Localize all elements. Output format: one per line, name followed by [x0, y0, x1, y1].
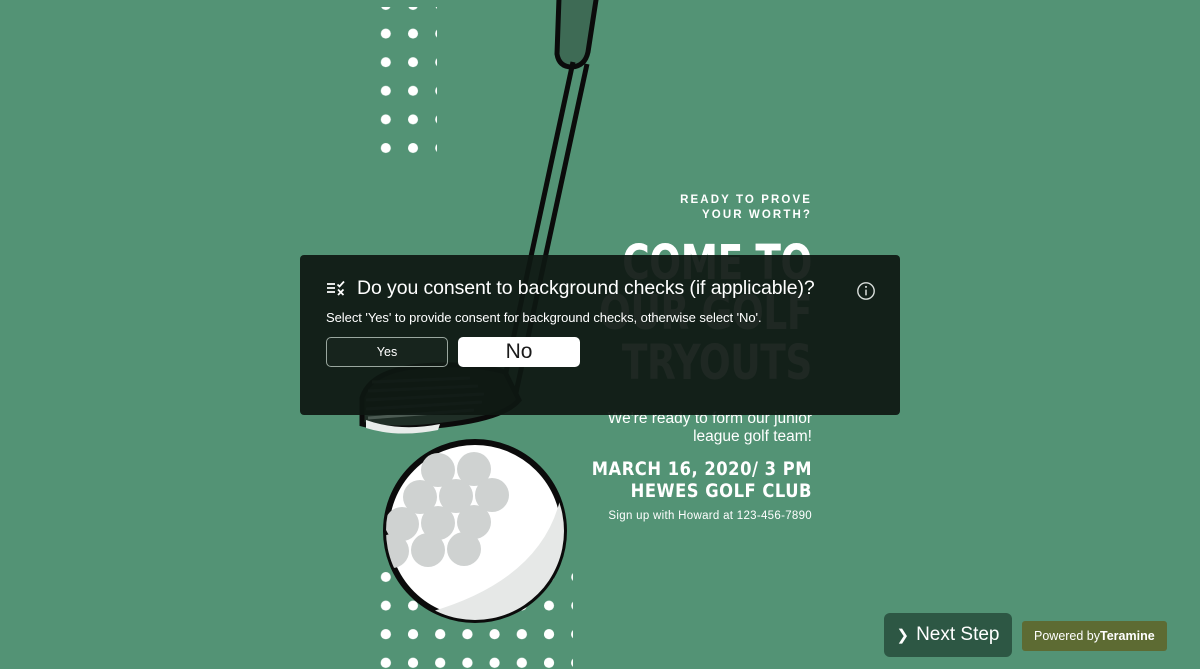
info-circle-icon[interactable]	[856, 281, 876, 301]
powered-by-brand: Teramine	[1100, 629, 1155, 643]
poster-subhead: We're ready to form our junior league go…	[607, 410, 812, 445]
question-title: Do you consent to background checks (if …	[357, 277, 815, 299]
screen: READY TO PROVE YOUR WORTH? COME TO OUR G…	[0, 0, 1200, 669]
poster-eyebrow: READY TO PROVE YOUR WORTH?	[680, 194, 812, 221]
next-step-button[interactable]: ❯ Next Step	[884, 613, 1012, 657]
choice-yes[interactable]: Yes	[326, 337, 448, 367]
chevron-right-icon: ❯	[896, 626, 910, 644]
poster-event-details: MARCH 16, 2020/ 3 PM HEWES GOLF CLUB	[591, 458, 812, 502]
next-step-label: Next Step	[916, 624, 1000, 645]
dot-grid-top	[373, 7, 437, 162]
poster-signup-line: Sign up with Howard at 123-456-7890	[608, 510, 812, 522]
powered-by-prefix: Powered by	[1034, 629, 1101, 643]
question-row: Do you consent to background checks (if …	[326, 277, 874, 300]
yes-no-checklist-icon	[327, 280, 345, 296]
powered-by-badge[interactable]: Powered by Teramine	[1022, 621, 1167, 651]
question-modal: Do you consent to background checks (if …	[300, 255, 900, 415]
choice-no[interactable]: No	[458, 337, 580, 367]
choice-group: Yes No	[326, 337, 874, 367]
question-helper-text: Select 'Yes' to provide consent for back…	[326, 310, 762, 325]
